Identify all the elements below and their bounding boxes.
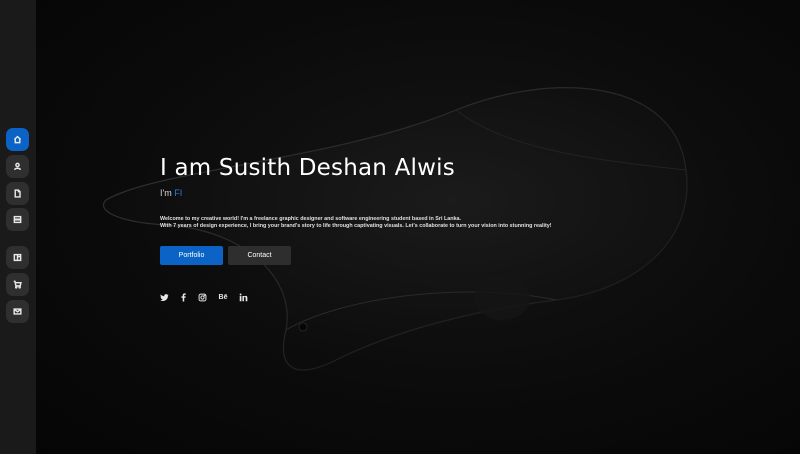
book-icon: [13, 253, 22, 262]
instagram-link[interactable]: [198, 293, 207, 302]
linkedin-icon: [239, 293, 248, 302]
nav-home-button[interactable]: [6, 128, 29, 151]
twitter-link[interactable]: [160, 293, 169, 302]
user-icon: [13, 162, 22, 171]
sidebar: [0, 0, 36, 454]
instagram-icon: [198, 293, 207, 302]
document-icon: [14, 189, 21, 198]
nav-about-button[interactable]: [6, 155, 29, 178]
hero-subtitle: I'm FI: [160, 188, 780, 198]
description-line-2: With 7 years of design experience, I bri…: [160, 223, 552, 230]
behance-link[interactable]: Bē: [217, 293, 229, 302]
nav-services-button[interactable]: [6, 208, 29, 231]
nav-portfolio-button[interactable]: [6, 246, 29, 269]
linkedin-link[interactable]: [239, 293, 248, 302]
hero-buttons: Portfolio Contact: [160, 246, 291, 265]
hero-content: I am Susith Deshan Alwis I'm FI Welcome …: [160, 150, 780, 302]
hero-title: I am Susith Deshan Alwis: [160, 155, 455, 181]
nav-resume-button[interactable]: [6, 182, 29, 205]
typed-text: FI: [174, 188, 183, 198]
facebook-icon: [181, 293, 186, 302]
portfolio-button[interactable]: Portfolio: [160, 246, 223, 265]
envelope-icon: [13, 308, 22, 315]
home-icon: [13, 135, 22, 144]
cart-icon: [13, 280, 22, 289]
hero-description: Welcome to my creative world! I'm a free…: [160, 216, 780, 231]
description-line-1: Welcome to my creative world! I'm a free…: [160, 216, 462, 222]
hero-section: I am Susith Deshan Alwis I'm FI Welcome …: [36, 0, 800, 454]
twitter-icon: [160, 294, 169, 302]
contact-button[interactable]: Contact: [228, 246, 291, 265]
nav-contact-button[interactable]: [6, 300, 29, 323]
facebook-link[interactable]: [179, 293, 188, 302]
nav-shop-button[interactable]: [6, 273, 29, 296]
subtitle-prefix: I'm: [160, 188, 175, 198]
behance-icon: Bē: [218, 294, 228, 301]
server-icon: [13, 215, 22, 224]
social-links: Bē: [160, 293, 248, 302]
